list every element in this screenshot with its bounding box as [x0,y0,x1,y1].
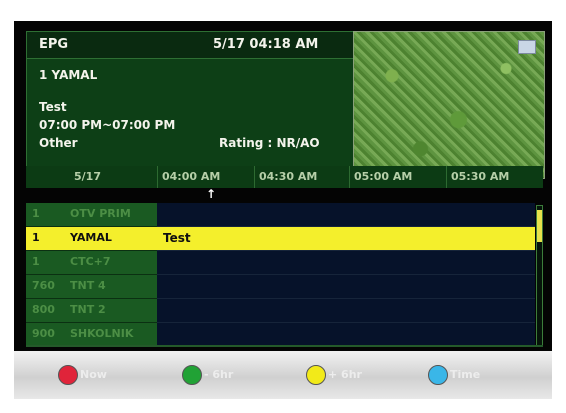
program-cell-selected[interactable]: Test [157,227,535,251]
program-cell[interactable] [157,203,535,227]
video-preview [353,31,545,179]
key-label: - 6hr [204,368,234,381]
time-slot: 05:00 AM [349,166,446,188]
channel-name: CTC+7 [70,255,111,268]
channel-name: TNT 4 [70,279,106,292]
channel-number: 1 [32,207,40,220]
program-genre: Other [39,136,78,150]
channel-name: OTV PRIM [70,207,131,220]
timeline-date: 5/17 [74,170,101,183]
channel-row[interactable]: 1 CTC+7 [26,251,157,275]
channel-row[interactable]: 900 SHKOLNIK [26,323,157,347]
current-datetime: 5/17 04:18 AM [213,37,319,52]
key-label: Time [450,368,481,381]
channel-logo-icon [518,40,536,54]
program-time: 07:00 PM~07:00 PM [39,118,176,132]
program-grid: Test [157,203,535,347]
time-slot: 04:00 AM [157,166,254,188]
time-slot: 05:30 AM [446,166,543,188]
program-cell[interactable] [157,299,535,323]
epg-screen: EPG 5/17 04:18 AM 1 YAMAL Test 07:00 PM~… [14,21,552,399]
program-title: Test [39,100,67,114]
color-key-bar: Now - 6hr + 6hr Time [14,351,552,399]
channel-number: 1 [32,231,40,244]
red-circle-icon [58,365,78,385]
program-cell[interactable] [157,251,535,275]
channel-row[interactable]: 1 OTV PRIM [26,203,157,227]
timeline-bar: 5/17 04:00 AM 04:30 AM 05:00 AM 05:30 AM [26,166,543,188]
channel-name: SHKOLNIK [70,327,134,340]
current-time-arrow-icon: ↑ [206,187,217,201]
key-label: + 6hr [328,368,362,381]
page-title: EPG [39,37,69,52]
key-label: Now [80,368,107,381]
channel-list: 1 OTV PRIM 1 YAMAL 1 CTC+7 760 TNT 4 800… [26,203,157,347]
channel-name: YAMAL [70,231,112,244]
selected-channel: 1 YAMAL [39,68,98,82]
yellow-circle-icon [306,365,326,385]
green-circle-icon [182,365,202,385]
channel-row[interactable]: 760 TNT 4 [26,275,157,299]
channel-number: 760 [32,279,55,292]
program-info-panel: EPG 5/17 04:18 AM 1 YAMAL Test 07:00 PM~… [26,31,354,179]
program-cell[interactable] [157,323,535,347]
time-slot: 04:30 AM [254,166,349,188]
channel-number: 900 [32,327,55,340]
channel-name: TNT 2 [70,303,106,316]
blue-circle-icon [428,365,448,385]
channel-number: 1 [32,255,40,268]
program-cell[interactable] [157,275,535,299]
scrollbar[interactable] [536,205,543,347]
channel-row[interactable]: 800 TNT 2 [26,299,157,323]
divider [26,345,543,347]
program-rating: Rating : NR/AO [219,136,320,150]
program-cell-title: Test [163,231,191,245]
channel-number: 800 [32,303,55,316]
scrollbar-thumb[interactable] [537,210,542,242]
channel-row-selected[interactable]: 1 YAMAL [26,227,157,251]
